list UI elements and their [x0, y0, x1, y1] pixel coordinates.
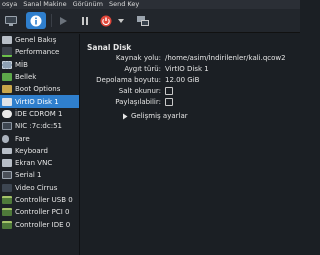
display-icon [2, 159, 12, 168]
sidebar-item-mouse[interactable]: Fare [0, 132, 79, 144]
chevron-right-icon [123, 113, 128, 119]
shareable-row: Paylaşılabilir: [80, 97, 300, 107]
storage-size-row: Depolama boyutu: 12.00 GiB [80, 75, 300, 85]
menu-virtual-machine[interactable]: Sanal Makine [23, 0, 66, 9]
sidebar-item-performance[interactable]: Performance [0, 46, 79, 58]
sidebar-item-nic[interactable]: NIC :7c:dc:51 [0, 120, 79, 132]
sidebar-item-label: Controller PCI 0 [15, 208, 70, 217]
storage-size-value: 12.00 GiB [165, 76, 200, 84]
device-type-row: Aygıt türü: VirtIO Disk 1 [80, 64, 300, 74]
sidebar-item-memory[interactable]: Bellek [0, 71, 79, 83]
sidebar-item-label: İDE CDROM 1 [15, 109, 63, 118]
advanced-settings-label: Gelişmiş ayarlar [131, 112, 188, 120]
run-button[interactable] [55, 12, 71, 29]
hardware-list: Genel Bakış Performance MİB Bellek Boot … [0, 34, 80, 255]
sidebar-item-label: Controller USB 0 [15, 196, 73, 204]
sidebar-item-label: VirtIO Disk 1 [15, 97, 59, 106]
sidebar-item-serial[interactable]: Serial 1 [0, 169, 79, 181]
sidebar-item-label: Keyboard [15, 146, 48, 155]
pause-button[interactable] [77, 12, 93, 29]
pause-icon [82, 16, 88, 25]
sidebar-item-label: MİB [15, 60, 28, 69]
sidebar-item-label: Performance [15, 48, 60, 57]
performance-graph-icon [2, 47, 12, 58]
sidebar-item-label: Ekran VNC [15, 159, 53, 168]
play-icon [60, 16, 67, 25]
sidebar-item-label: Controller IDE 0 [15, 220, 71, 229]
network-icon [2, 122, 12, 131]
video-icon [2, 183, 12, 192]
vm-details-window: osya Sanal Makine Görünüm Send Key Genel… [0, 0, 300, 255]
device-type-value: VirtIO Disk 1 [165, 65, 209, 73]
toolbar [0, 9, 300, 33]
shutdown-menu-button[interactable] [116, 12, 126, 29]
sidebar-item-controller-usb[interactable]: Controller USB 0 [0, 194, 79, 206]
sidebar-item-label: Serial 1 [15, 171, 42, 180]
shareable-checkbox[interactable] [165, 98, 173, 106]
controller-icon [2, 196, 12, 204]
disk-icon [2, 97, 12, 106]
sidebar-item-label: Boot Options [15, 85, 61, 94]
menu-send-key[interactable]: Send Key [109, 0, 139, 9]
sidebar-item-label: Bellek [15, 73, 37, 82]
sidebar-item-ide-cdrom[interactable]: İDE CDROM 1 [0, 108, 79, 120]
readonly-label: Salt okunur: [118, 87, 161, 95]
show-details-button[interactable] [26, 12, 46, 29]
disk-details-panel: Sanal Disk Kaynak yolu: /home/asim/İndir… [80, 34, 300, 255]
controller-icon [2, 220, 12, 229]
source-path-label: Kaynak yolu: [115, 54, 161, 62]
mouse-icon [2, 134, 9, 143]
sidebar-item-cpu[interactable]: MİB [0, 59, 79, 71]
sidebar-item-keyboard[interactable]: Keyboard [0, 145, 79, 157]
cdrom-icon [2, 109, 12, 118]
monitor-icon [2, 36, 12, 45]
controller-icon [2, 208, 12, 217]
sidebar-item-label: NIC :7c:dc:51 [15, 122, 62, 131]
menu-bar: osya Sanal Makine Görünüm Send Key [0, 0, 300, 9]
memory-icon [2, 73, 12, 82]
sidebar-item-controller-ide[interactable]: Controller IDE 0 [0, 218, 79, 230]
info-icon [30, 15, 42, 26]
readonly-row: Salt okunur: [80, 86, 300, 96]
shareable-label: Paylaşılabilir: [115, 98, 161, 106]
source-path-row: Kaynak yolu: /home/asim/İndirilenler/kal… [80, 53, 300, 63]
sidebar-item-virtio-disk[interactable]: VirtIO Disk 1 [0, 95, 79, 108]
menu-view[interactable]: Görünüm [73, 0, 103, 9]
menu-file[interactable]: osya [2, 0, 17, 9]
sidebar-item-overview[interactable]: Genel Bakış [0, 34, 79, 46]
section-title: Sanal Disk [87, 43, 132, 52]
dropdown-icon [118, 18, 124, 23]
storage-size-label: Depolama boyutu: [96, 76, 161, 84]
serial-icon [2, 171, 12, 180]
advanced-settings-expander[interactable]: Gelişmiş ayarlar [122, 112, 188, 120]
device-type-label: Aygıt türü: [124, 65, 161, 73]
boot-options-icon [2, 85, 12, 94]
source-path-value: /home/asim/İndirilenler/kali.qcow2 [165, 54, 286, 62]
sidebar-item-label: Genel Bakış [15, 36, 57, 45]
show-console-button[interactable] [2, 12, 20, 29]
shutdown-button[interactable] [98, 12, 114, 29]
sidebar-item-label: Fare [15, 134, 30, 143]
toolbar-divider [51, 14, 52, 27]
snapshots-button[interactable] [134, 12, 152, 29]
sidebar-item-boot-options[interactable]: Boot Options [0, 83, 79, 95]
cpu-icon [2, 60, 12, 69]
sidebar-item-display-vnc[interactable]: Ekran VNC [0, 157, 79, 169]
snapshot-icon [137, 15, 149, 26]
sidebar-item-video[interactable]: Video Cirrus [0, 182, 79, 194]
keyboard-icon [2, 147, 12, 154]
sidebar-item-controller-pci[interactable]: Controller PCI 0 [0, 206, 79, 218]
sidebar-item-label: Video Cirrus [15, 183, 58, 192]
monitor-icon [5, 15, 17, 26]
power-icon [100, 15, 112, 26]
readonly-checkbox[interactable] [165, 87, 173, 95]
